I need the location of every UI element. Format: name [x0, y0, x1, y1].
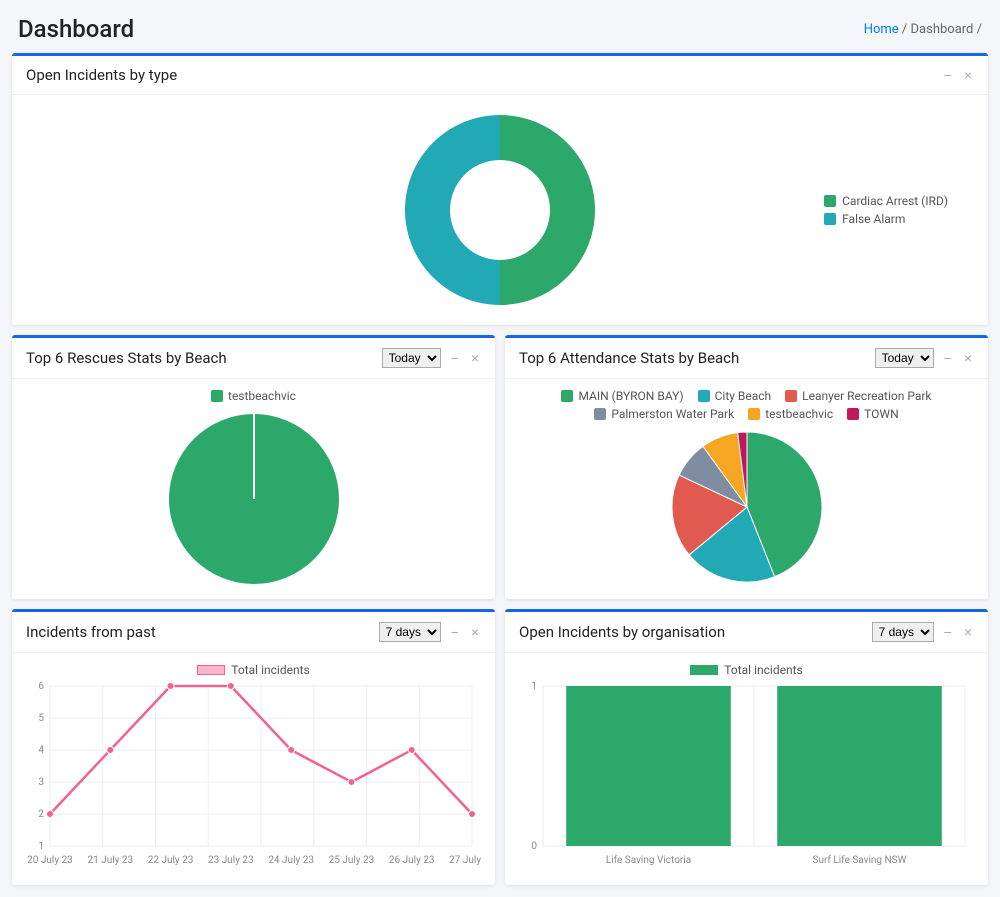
incidents-range-select[interactable]: 7 days [379, 622, 441, 642]
attendance-pie [667, 427, 827, 587]
rescues-pie [164, 409, 344, 589]
close-icon[interactable]: × [469, 351, 481, 365]
minimize-icon[interactable]: − [942, 68, 954, 82]
pie-legend: testbeachvic [22, 389, 485, 403]
svg-text:1: 1 [531, 681, 537, 692]
svg-text:27 July 23: 27 July 23 [449, 855, 482, 866]
close-icon[interactable]: × [962, 625, 974, 639]
bar-chart: 0 1 Life Saving Victoria Surf Life Saving N… [515, 681, 975, 871]
card-rescues: Top 6 Rescues Stats by Beach Today − × t… [12, 335, 495, 599]
line-chart: 1 2 3 4 5 6 20 July 23 21 July 23 22 July 23 23 J… [22, 681, 482, 871]
svg-text:24 July 23: 24 July 23 [268, 855, 314, 866]
minimize-icon[interactable]: − [449, 625, 461, 639]
card-title: Top 6 Attendance Stats by Beach [519, 349, 875, 367]
page-title: Dashboard [18, 15, 134, 43]
bar-legend: Total incidents [515, 663, 978, 677]
svg-text:22 July 23: 22 July 23 [148, 855, 194, 866]
svg-text:3: 3 [38, 777, 44, 788]
close-icon[interactable]: × [962, 351, 974, 365]
svg-text:26 July 23: 26 July 23 [389, 855, 435, 866]
svg-text:Surf Life Saving NSW: Surf Life Saving NSW [813, 854, 907, 866]
svg-text:5: 5 [38, 713, 44, 724]
svg-text:4: 4 [38, 745, 44, 756]
card-title: Open Incidents by type [26, 66, 942, 84]
svg-text:25 July 23: 25 July 23 [329, 855, 375, 866]
svg-text:23 July 23: 23 July 23 [208, 855, 254, 866]
card-title: Top 6 Rescues Stats by Beach [26, 349, 382, 367]
donut-chart [400, 110, 600, 310]
svg-text:20 July 23: 20 July 23 [27, 855, 73, 866]
svg-text:6: 6 [38, 681, 44, 692]
breadcrumb-home[interactable]: Home [864, 22, 899, 37]
card-incidents-past: Incidents from past 7 days − × Total inc… [12, 609, 495, 885]
breadcrumb: Home / Dashboard / [864, 22, 982, 37]
rescues-range-select[interactable]: Today [382, 348, 441, 368]
line-legend: Total incidents [22, 663, 485, 677]
minimize-icon[interactable]: − [449, 351, 461, 365]
minimize-icon[interactable]: − [942, 625, 954, 639]
org-range-select[interactable]: 7 days [872, 622, 934, 642]
card-attendance: Top 6 Attendance Stats by Beach Today − … [505, 335, 988, 599]
attendance-range-select[interactable]: Today [875, 348, 934, 368]
minimize-icon[interactable]: − [942, 351, 954, 365]
card-title: Open Incidents by organisation [519, 623, 872, 641]
svg-text:Life Saving Victoria: Life Saving Victoria [606, 854, 691, 866]
close-icon[interactable]: × [962, 68, 974, 82]
svg-text:1: 1 [38, 841, 44, 852]
card-title: Incidents from past [26, 623, 379, 641]
pie-legend: MAIN (BYRON BAY)City BeachLeanyer Recrea… [515, 389, 978, 421]
card-open-incidents-type: Open Incidents by type − × Cardiac Arres… [12, 53, 988, 325]
donut-legend: Cardiac Arrest (IRD)False Alarm [824, 190, 948, 230]
card-open-by-org: Open Incidents by organisation 7 days − … [505, 609, 988, 885]
svg-text:0: 0 [531, 841, 537, 852]
close-icon[interactable]: × [469, 625, 481, 639]
svg-text:2: 2 [38, 809, 44, 820]
breadcrumb-current: Dashboard [911, 22, 974, 37]
svg-text:21 July 23: 21 July 23 [87, 855, 133, 866]
